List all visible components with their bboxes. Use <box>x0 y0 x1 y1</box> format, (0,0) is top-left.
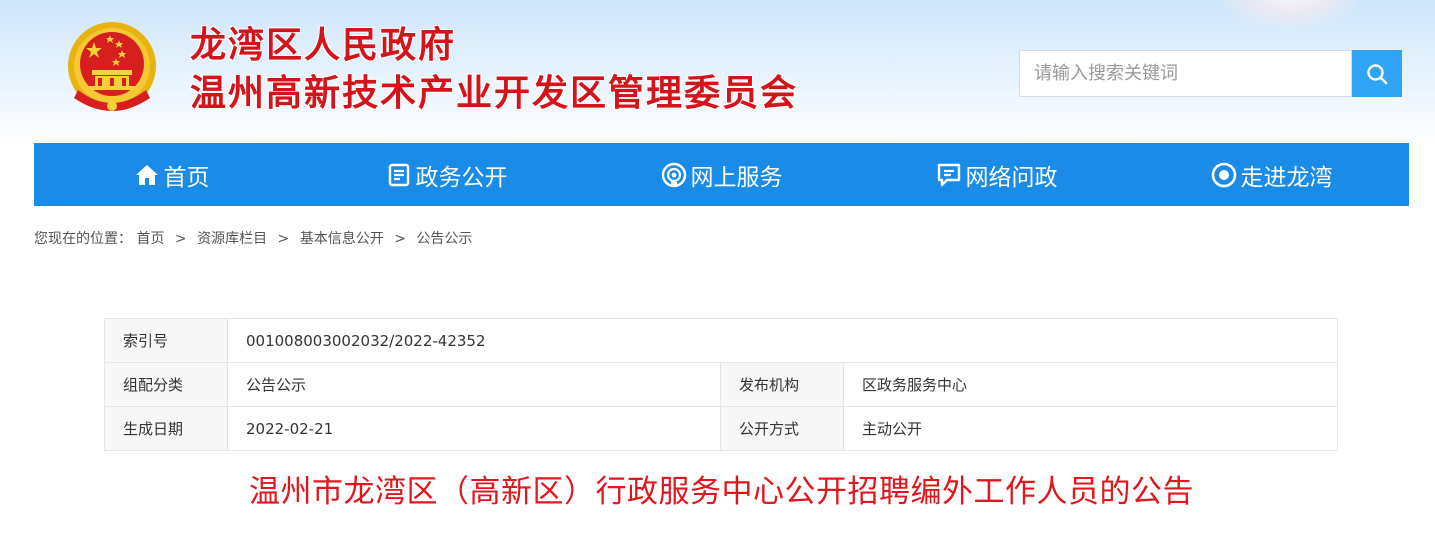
search-input[interactable]: 请输入搜索关键词 <box>1019 50 1352 97</box>
breadcrumb-notice-link[interactable]: 公告公示 <box>416 231 472 247</box>
table-row: 生成日期 2022-02-21 公开方式 主动公开 <box>104 406 1338 451</box>
national-emblem-icon <box>64 20 160 118</box>
method-label: 公开方式 <box>720 406 844 451</box>
search-button[interactable] <box>1352 50 1402 97</box>
category-value: 公告公示 <box>227 362 721 407</box>
breadcrumb-prefix: 您现在的位置： <box>34 231 132 247</box>
document-icon <box>386 162 412 188</box>
nav-item-label: 首页 <box>163 164 210 191</box>
nav-item-home[interactable]: 首页 <box>34 143 309 206</box>
publisher-label: 发布机构 <box>720 362 844 407</box>
article-title: 温州市龙湾区（高新区）行政服务中心公开招聘编外工作人员的公告 <box>249 474 1194 510</box>
breadcrumb: 您现在的位置： 首页 > 资源库栏目 > 基本信息公开 > 公告公示 <box>34 228 472 248</box>
home-icon <box>134 162 160 188</box>
site-title-line1: 龙湾区人民政府 <box>190 25 457 66</box>
service-icon <box>661 162 687 188</box>
main-nav: 首页 政务公开 网上服务 网络问政 走进龙湾 <box>34 143 1409 206</box>
method-value: 主动公开 <box>843 406 1338 451</box>
nav-item-online-inquiry[interactable]: 网络问政 <box>859 143 1134 206</box>
publisher-value: 区政务服务中心 <box>843 362 1338 407</box>
breadcrumb-resource-link[interactable]: 资源库栏目 <box>197 231 267 247</box>
nav-item-label: 网络问政 <box>965 164 1058 191</box>
breadcrumb-home-link[interactable]: 首页 <box>136 231 164 247</box>
nav-item-about-longwan[interactable]: 走进龙湾 <box>1134 143 1409 206</box>
index-value: 001008003002032/2022-42352 <box>227 318 1338 363</box>
date-label: 生成日期 <box>104 406 228 451</box>
category-label: 组配分类 <box>104 362 228 407</box>
nav-item-online-service[interactable]: 网上服务 <box>584 143 859 206</box>
table-row: 组配分类 公告公示 发布机构 区政务服务中心 <box>104 362 1338 407</box>
breadcrumb-separator: > <box>394 231 406 247</box>
table-row: 索引号 001008003002032/2022-42352 <box>104 318 1338 363</box>
breadcrumb-separator: > <box>174 231 187 247</box>
eye-icon <box>1211 162 1237 188</box>
sun-glow-decoration <box>1215 0 1365 30</box>
index-label: 索引号 <box>104 318 228 363</box>
nav-item-label: 政务公开 <box>415 164 508 191</box>
site-header: 龙湾区人民政府 温州高新技术产业开发区管理委员会 请输入搜索关键词 <box>0 0 1435 143</box>
date-value: 2022-02-21 <box>227 406 721 451</box>
site-title: 龙湾区人民政府 温州高新技术产业开发区管理委员会 <box>190 22 798 118</box>
nav-item-gov-affairs[interactable]: 政务公开 <box>309 143 584 206</box>
breadcrumb-separator: > <box>277 231 290 247</box>
chat-icon <box>936 162 962 188</box>
search-icon <box>1367 63 1388 84</box>
nav-item-label: 网上服务 <box>690 164 783 191</box>
nav-item-label: 走进龙湾 <box>1240 164 1333 191</box>
document-info-table: 索引号 001008003002032/2022-42352 组配分类 公告公示… <box>104 318 1338 451</box>
site-title-line2: 温州高新技术产业开发区管理委员会 <box>190 73 799 114</box>
breadcrumb-basic-info-link[interactable]: 基本信息公开 <box>300 231 384 247</box>
